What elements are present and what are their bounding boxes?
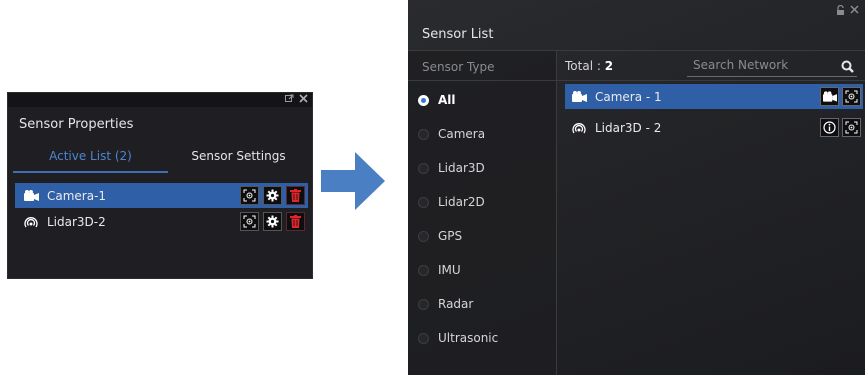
sensor-type-sidebar: Sensor Type All Camera Lidar3D Lidar2D G… — [408, 51, 557, 375]
option-label: Radar — [438, 297, 474, 311]
focus-button[interactable] — [240, 212, 259, 231]
radio-icon[interactable] — [418, 264, 429, 276]
panel-title: Sensor List — [422, 27, 494, 42]
option-label: Camera — [438, 127, 486, 141]
radio-icon[interactable] — [418, 230, 429, 242]
lidar-icon — [23, 215, 39, 229]
sensor-row-lidar[interactable]: Lidar3D - 2 — [565, 115, 863, 140]
divider — [557, 80, 865, 81]
radio-icon[interactable] — [418, 94, 429, 106]
camera-icon — [23, 189, 39, 203]
panel-title-bar — [8, 93, 312, 107]
total-value: 2 — [604, 59, 614, 73]
panel-title-bar — [408, 0, 865, 20]
option-label: Ultrasonic — [438, 331, 499, 345]
popout-icon[interactable] — [285, 94, 294, 103]
sensor-row-camera[interactable]: Camera-1 — [15, 183, 308, 208]
transition-arrow-icon — [321, 152, 385, 214]
radio-icon[interactable] — [418, 298, 429, 310]
radio-icon[interactable] — [418, 162, 429, 174]
option-label: Lidar2D — [438, 195, 485, 209]
sidebar-heading: Sensor Type — [422, 60, 495, 74]
option-label: GPS — [438, 229, 463, 243]
tab-sensor-settings[interactable]: Sensor Settings — [168, 141, 309, 173]
sensor-type-option-gps[interactable]: GPS — [418, 226, 462, 246]
focus-button[interactable] — [842, 87, 861, 106]
focus-button[interactable] — [240, 186, 259, 205]
delete-button[interactable] — [286, 212, 305, 231]
radio-icon[interactable] — [418, 128, 429, 140]
option-label: All — [438, 93, 456, 107]
tab-bar: Active List (2) Sensor Settings — [13, 141, 309, 173]
sensor-properties-panel: Sensor Properties Active List (2) Sensor… — [7, 92, 313, 279]
sensor-row-camera[interactable]: Camera - 1 — [565, 84, 863, 109]
radio-icon[interactable] — [418, 332, 429, 344]
tab-active-list[interactable]: Active List (2) — [13, 141, 168, 173]
panel-title: Sensor Properties — [19, 117, 134, 132]
camera-icon — [571, 90, 587, 104]
divider — [408, 80, 556, 81]
sensor-type-option-imu[interactable]: IMU — [418, 260, 461, 280]
option-label: Lidar3D — [438, 161, 485, 175]
sensor-label: Camera-1 — [47, 188, 107, 203]
sensor-label: Camera - 1 — [595, 89, 662, 104]
option-label: IMU — [438, 263, 461, 277]
sensor-row-lidar[interactable]: Lidar3D-2 — [15, 209, 308, 234]
sensor-label: Lidar3D - 2 — [595, 120, 662, 135]
sensor-type-option-radar[interactable]: Radar — [418, 294, 473, 314]
settings-button[interactable] — [263, 186, 282, 205]
total-label: Total : — [565, 59, 601, 73]
sensor-type-option-lidar2d[interactable]: Lidar2D — [418, 192, 485, 212]
info-button[interactable] — [820, 118, 839, 137]
sensor-type-option-camera[interactable]: Camera — [418, 124, 485, 144]
add-camera-button[interactable] — [820, 87, 839, 106]
focus-button[interactable] — [842, 118, 861, 137]
close-icon[interactable] — [850, 5, 859, 14]
delete-button[interactable] — [286, 186, 305, 205]
sensor-type-option-all[interactable]: All — [418, 90, 456, 110]
sensor-list-panel: Sensor List Sensor Type All Camera Lidar… — [408, 0, 865, 375]
sensor-type-option-lidar3d[interactable]: Lidar3D — [418, 158, 485, 178]
search-icon[interactable] — [841, 58, 854, 77]
settings-button[interactable] — [263, 212, 282, 231]
lock-icon[interactable] — [836, 4, 845, 15]
radio-icon[interactable] — [418, 196, 429, 208]
total-count: Total : 2 — [565, 59, 613, 73]
search-input[interactable] — [693, 57, 833, 73]
sensor-label: Lidar3D-2 — [47, 214, 106, 229]
lidar-icon — [571, 121, 587, 135]
sensor-type-option-ultrasonic[interactable]: Ultrasonic — [418, 328, 498, 348]
sensor-list-main: Total : 2 Camera - 1 — [557, 51, 865, 375]
close-icon[interactable] — [299, 94, 308, 103]
search-box — [687, 54, 857, 77]
